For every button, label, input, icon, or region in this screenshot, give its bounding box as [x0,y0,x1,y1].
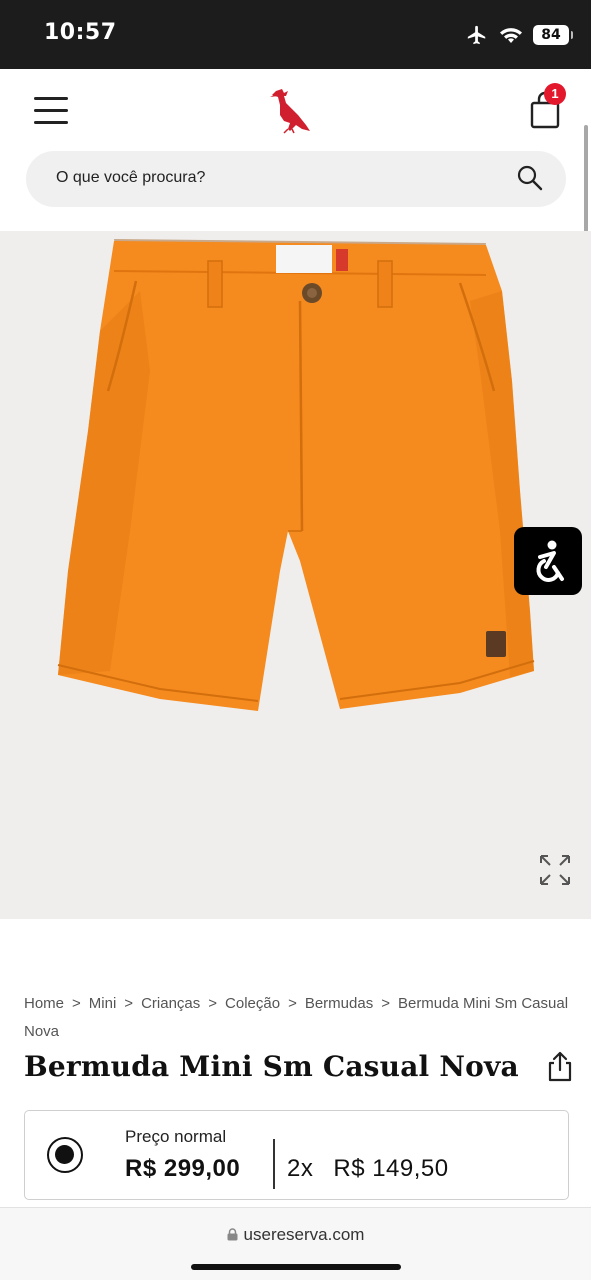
price-value: R$ 299,00 [125,1155,241,1182]
share-icon[interactable] [546,1050,574,1082]
status-time: 10:57 [44,20,117,45]
accessibility-icon [536,540,564,582]
breadcrumb-separator: > [124,995,134,1012]
breadcrumb-separator: > [72,995,81,1012]
breadcrumb-criancas[interactable]: Crianças [141,995,200,1012]
battery-icon: 84 [533,25,573,45]
page-scrollbar[interactable] [584,125,588,235]
breadcrumb-mini[interactable]: Mini [89,995,117,1012]
accessibility-button[interactable] [514,527,582,595]
airplane-icon [467,25,486,45]
url-display[interactable]: usereserva.com [0,1225,591,1245]
home-indicator[interactable] [191,1264,401,1270]
installments: 2x R$ 149,50 [287,1155,449,1183]
breadcrumb-colecao[interactable]: Coleção [225,995,280,1012]
status-bar: 10:57 84 [0,0,591,69]
url-text: usereserva.com [243,1225,365,1244]
price-radio-button[interactable] [47,1137,83,1173]
breadcrumb: Home > Mini > Crianças > Coleção > Bermudas > Berm… [24,990,574,1046]
search-placeholder: O que você procura? [56,169,206,186]
installment-value: R$ 149,50 [333,1155,449,1182]
expand-icon[interactable] [538,853,572,887]
product-image[interactable] [40,231,550,731]
product-image-gallery[interactable] [0,231,591,919]
breadcrumb-separator: > [208,995,218,1012]
price-label: Preço normal [125,1127,227,1146]
product-title: Bermuda Mini Sm Casual Nova [24,1050,519,1083]
search-input[interactable]: O que você procura? [26,151,566,207]
status-icons: 84 [465,24,573,46]
site-header: 1 O que você procura? [0,69,591,231]
hamburger-icon [34,97,68,100]
reserva-logo-icon[interactable] [262,85,314,137]
breadcrumb-separator: > [381,995,390,1012]
wifi-icon [500,28,522,43]
installments-count: 2x [287,1155,314,1182]
cart-count-badge: 1 [544,83,566,105]
search-icon[interactable] [516,164,544,192]
price-divider [273,1139,275,1189]
lock-icon [227,1228,238,1241]
browser-address-bar[interactable]: usereserva.com [0,1207,591,1280]
price-option[interactable]: Preço normal R$ 299,00 2x R$ 149,50 [24,1110,569,1200]
breadcrumb-bermudas[interactable]: Bermudas [305,995,373,1012]
breadcrumb-home[interactable]: Home [24,995,64,1012]
menu-button[interactable] [34,97,68,127]
breadcrumb-separator: > [288,995,297,1012]
